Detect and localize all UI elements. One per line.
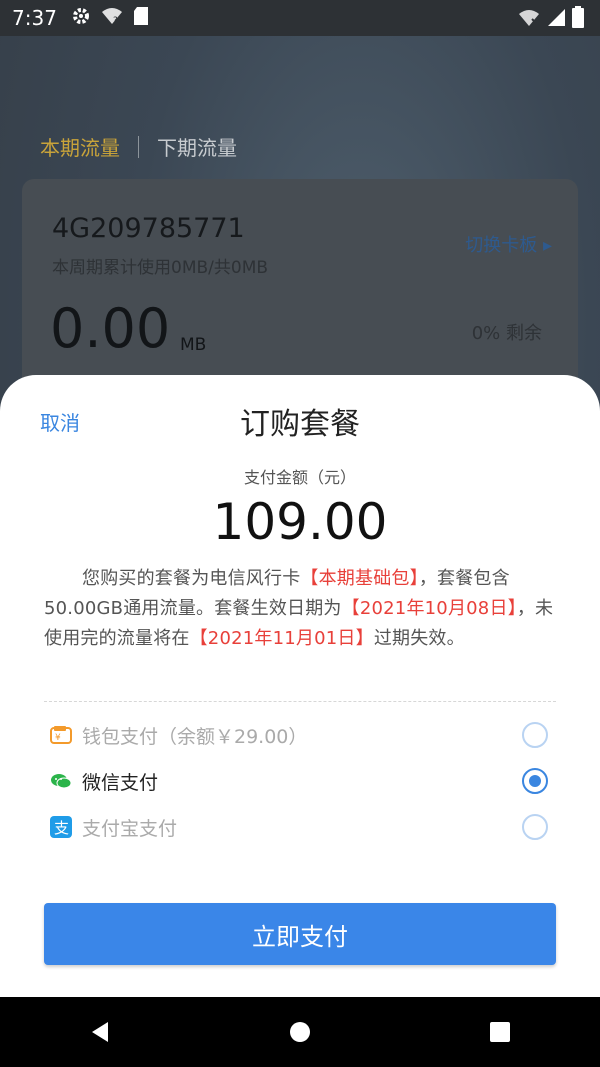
settings-icon	[71, 6, 91, 30]
payment-amount: 109.00	[212, 493, 388, 551]
payment-option-label: 钱包支付（余额￥29.00）	[82, 725, 308, 748]
sd-card-icon	[133, 6, 149, 30]
amount-label: 支付金额（元）	[243, 468, 356, 487]
card-usage: 本周期累计使用0MB/共0MB	[52, 258, 269, 278]
radio-wechat-selected[interactable]	[522, 768, 548, 794]
package-description: 您购买的套餐为电信风行卡【本期基础包】，套餐包含50.00GB通用流量。套餐生效…	[44, 564, 558, 654]
desc-highlight-expiry-date: 【2021年11月01日】	[189, 628, 374, 649]
desc-text-4: 过期失效。	[373, 628, 465, 649]
wifi-question-icon: ?	[101, 7, 123, 29]
payment-option-label: 支付宝支付	[82, 817, 178, 840]
tab-divider	[138, 135, 139, 158]
signal-icon	[546, 7, 566, 31]
status-bar: 7:37 ?	[0, 0, 600, 36]
desc-text-1: 您购买的套餐为电信风行卡	[82, 568, 301, 589]
divider	[44, 701, 556, 702]
sheet-title: 订购套餐	[240, 407, 360, 442]
card-number: 4G209785771	[52, 213, 245, 244]
status-time: 7:37	[12, 6, 57, 30]
chevron-right-icon: ▸	[542, 235, 552, 256]
switch-card-label: 切换卡板	[465, 235, 538, 256]
payment-option-label: 微信支付	[82, 771, 159, 794]
desc-highlight-package: 【本期基础包】	[300, 568, 419, 589]
battery-icon	[572, 6, 584, 32]
flow-tabs: 本期流量 下期流量	[40, 132, 237, 161]
alipay-icon: 支	[50, 816, 72, 838]
payment-option-alipay[interactable]: 支 支付宝支付	[50, 810, 550, 844]
svg-text:支: 支	[54, 819, 69, 837]
payment-option-wallet[interactable]: ¥ 钱包支付（余额￥29.00）	[50, 718, 550, 752]
amount-unit: MB	[180, 335, 207, 355]
wechat-icon	[50, 770, 72, 792]
recents-square-icon	[490, 1022, 510, 1042]
tab-next-flow[interactable]: 下期流量	[157, 132, 237, 161]
switch-card-link[interactable]: 切换卡板 ▸	[465, 231, 552, 257]
desc-highlight-start-date: 【2021年10月08日】	[341, 598, 517, 619]
wifi-off-icon	[518, 7, 540, 31]
home-button[interactable]	[270, 1002, 330, 1062]
radio-alipay[interactable]	[522, 814, 548, 840]
navigation-bar	[0, 997, 600, 1067]
pay-now-button[interactable]: 立即支付	[44, 903, 556, 965]
wallet-icon: ¥	[50, 724, 72, 746]
payment-option-wechat[interactable]: 微信支付	[50, 764, 550, 798]
cancel-button[interactable]: 取消	[40, 407, 80, 436]
svg-text:¥: ¥	[55, 733, 61, 743]
back-button[interactable]	[70, 1002, 130, 1062]
radio-wallet[interactable]	[522, 722, 548, 748]
remaining-percent: 0% 剩余	[471, 323, 542, 344]
order-sheet: 订购套餐 取消 支付金额（元） 109.00 您购买的套餐为电信风行卡【本期基础…	[0, 375, 600, 997]
home-circle-icon	[290, 1022, 310, 1042]
recents-button[interactable]	[470, 1002, 530, 1062]
remaining-amount: 0.00	[50, 297, 171, 360]
svg-text:?: ?	[113, 16, 118, 25]
tab-current-flow[interactable]: 本期流量	[40, 132, 120, 161]
back-triangle-icon	[92, 1022, 108, 1042]
